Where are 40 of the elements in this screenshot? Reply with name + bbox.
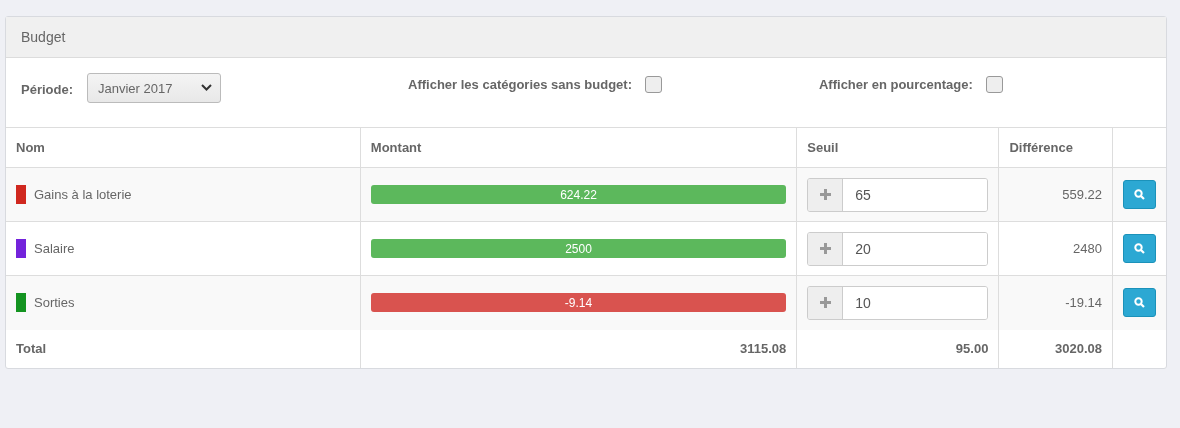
- amount-bar: -9.14: [370, 293, 787, 313]
- total-label: Total: [16, 341, 47, 356]
- search-icon: [1134, 297, 1145, 309]
- plus-button[interactable]: [808, 178, 844, 211]
- search-icon: [1134, 243, 1145, 254]
- plus-button[interactable]: [808, 232, 844, 265]
- chevron-icon: [201, 84, 212, 92]
- category-name: Gains à la loterie: [34, 187, 132, 202]
- category-name: Sorties: [34, 295, 75, 311]
- amount-bar: 2500: [370, 239, 787, 258]
- column-header: Nom: [6, 128, 361, 168]
- search-button[interactable]: [1123, 288, 1156, 318]
- column-header: Montant: [360, 128, 797, 168]
- checkbox[interactable]: [644, 76, 662, 93]
- checkbox[interactable]: [985, 76, 1003, 93]
- option-label: Afficher en pourcentage:: [818, 77, 973, 92]
- search-button[interactable]: [1123, 234, 1156, 263]
- plus-icon: [819, 297, 831, 309]
- column-header: Seuil: [796, 128, 999, 168]
- total-difference: 3020.08: [1055, 341, 1102, 356]
- difference-value: -19.14: [1065, 295, 1102, 311]
- amount-bar: 624.22: [370, 185, 787, 204]
- total-threshold: 95.00: [955, 341, 989, 356]
- category-name: Salaire: [34, 241, 75, 256]
- plus-icon: [819, 243, 831, 254]
- threshold-field[interactable]: 20: [807, 231, 989, 266]
- threshold-field[interactable]: 65: [807, 177, 989, 212]
- plus-button[interactable]: [808, 286, 844, 319]
- column-header: Différence: [998, 128, 1113, 168]
- threshold-field[interactable]: 10: [807, 285, 989, 320]
- period-select[interactable]: Janvier 2017: [87, 73, 221, 103]
- panel-title: Budget: [6, 17, 1166, 58]
- plus-icon: [819, 189, 831, 200]
- period-label: Période:: [21, 82, 73, 97]
- search-button[interactable]: [1123, 180, 1156, 209]
- search-icon: [1134, 189, 1145, 200]
- total-amount: 3115.08: [739, 341, 787, 356]
- option-label: Afficher les catégories sans budget:: [408, 77, 632, 92]
- difference-value: 2480: [1073, 241, 1102, 256]
- difference-value: 559.22: [1062, 187, 1102, 202]
